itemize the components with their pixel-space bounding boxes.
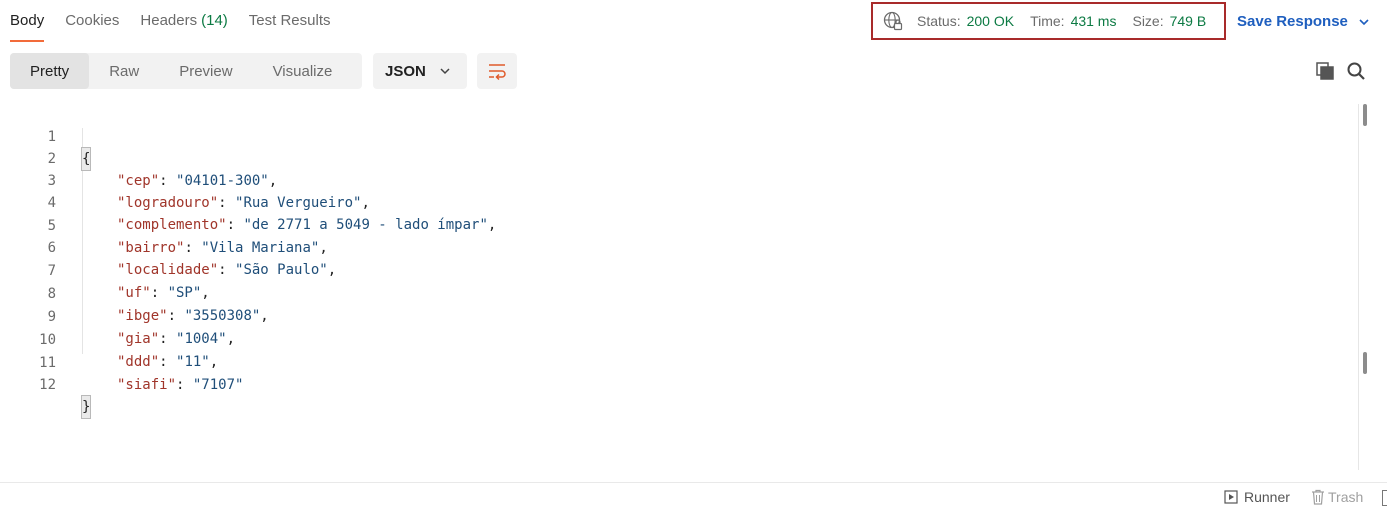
scroll-marker-bottom[interactable] <box>1363 352 1367 374</box>
chevron-down-icon <box>440 68 450 75</box>
line-number: 12 <box>39 377 56 393</box>
status-value: 200 OK <box>966 13 1015 29</box>
format-selector: Pretty Raw Preview Visualize <box>10 53 362 89</box>
runner-label: Runner <box>1244 489 1290 505</box>
trash-button[interactable]: Trash <box>1311 489 1363 505</box>
response-panel: Body Cookies Headers (14) Test Results St… <box>0 0 1387 512</box>
tab-test-results[interactable]: Test Results <box>249 12 331 42</box>
tab-headers-label: Headers <box>140 12 198 29</box>
response-body-editor[interactable]: 1 { 2 "cep": "04101-300", 3 "logradouro"… <box>0 104 1360 464</box>
size-label: Size: <box>1132 13 1164 29</box>
json-value: "7107" <box>192 377 244 393</box>
language-select-value: JSON <box>385 62 426 80</box>
network-globe-icon[interactable] <box>883 11 903 31</box>
copy-icon[interactable] <box>1315 61 1335 81</box>
code-line: 7 "uf": "SP", <box>0 238 210 301</box>
time-value: 431 ms <box>1070 13 1117 29</box>
response-meta: Status: 200 OK Time: 431 ms Size: 749 B <box>871 2 1226 40</box>
code-line: 11 "siafi": "7107" <box>0 330 243 393</box>
panel-toggle-icon[interactable] <box>1382 490 1387 506</box>
vertical-scrollbar[interactable] <box>1358 104 1359 470</box>
code-line: 5 "bairro": "Vila Mariana", <box>0 193 328 256</box>
open-brace: { <box>80 147 92 171</box>
json-key: "bairro" <box>117 240 185 256</box>
format-visualize-button[interactable]: Visualize <box>253 53 353 89</box>
json-key: "gia" <box>117 331 160 347</box>
play-icon <box>1224 490 1238 504</box>
code-line: 1 { <box>0 104 92 171</box>
headers-count: (14) <box>201 12 228 29</box>
search-icon[interactable] <box>1346 61 1366 81</box>
chevron-down-icon <box>1359 18 1369 25</box>
code-line: 9 "gia": "1004", <box>0 284 235 347</box>
tab-body[interactable]: Body <box>10 12 45 42</box>
scroll-marker-top[interactable] <box>1363 104 1367 126</box>
format-raw-button[interactable]: Raw <box>89 53 159 89</box>
format-preview-button[interactable]: Preview <box>159 53 252 89</box>
status-label: Status: <box>917 13 961 29</box>
code-line: 2 "cep": "04101-300", <box>0 126 278 189</box>
time-field[interactable]: Time: 431 ms <box>1030 13 1116 29</box>
json-key: "ddd" <box>117 354 160 370</box>
json-key: "ibge" <box>117 308 168 324</box>
status-field[interactable]: Status: 200 OK <box>917 13 1014 29</box>
code-line: 4 "complemento": "de 2771 a 5049 - lado … <box>0 170 497 233</box>
json-value: "de 2771 a 5049 - lado ímpar" <box>243 217 488 233</box>
json-key: "complemento" <box>117 217 227 233</box>
tab-headers[interactable]: Headers (14) <box>140 12 227 42</box>
json-value: "Rua Vergueiro" <box>235 195 362 211</box>
json-key: "localidade" <box>117 262 219 278</box>
json-value: "04101-300" <box>176 173 269 189</box>
response-tabs: Body Cookies Headers (14) Test Results <box>10 12 352 42</box>
wrap-lines-icon <box>489 64 506 81</box>
close-brace: } <box>80 395 92 419</box>
trash-label: Trash <box>1328 489 1364 505</box>
size-field[interactable]: Size: 749 B <box>1132 13 1206 29</box>
time-label: Time: <box>1030 13 1065 29</box>
code-line: 8 "ibge": "3550308", <box>0 261 269 324</box>
json-key: "cep" <box>117 173 160 189</box>
code-line: 10 "ddd": "11", <box>0 307 218 370</box>
json-value: "1004" <box>176 331 227 347</box>
size-value: 749 B <box>1169 13 1207 29</box>
json-value: "São Paulo" <box>235 262 328 278</box>
code-line: 6 "localidade": "São Paulo", <box>0 215 337 278</box>
status-bar <box>0 482 1387 512</box>
wrap-lines-button[interactable] <box>477 53 517 89</box>
json-key: "siafi" <box>117 377 177 393</box>
language-select[interactable]: JSON <box>373 53 467 89</box>
json-value: "Vila Mariana" <box>201 240 320 256</box>
code-line: 12 } <box>0 352 92 419</box>
runner-button[interactable]: Runner <box>1224 489 1290 505</box>
save-response-button[interactable]: Save Response <box>1237 13 1370 30</box>
json-value: "SP" <box>167 285 202 301</box>
tab-cookies[interactable]: Cookies <box>65 12 119 42</box>
format-pretty-button[interactable]: Pretty <box>10 53 90 89</box>
json-value: "3550308" <box>184 308 261 324</box>
json-key: "uf" <box>117 285 151 301</box>
save-response-label: Save Response <box>1237 13 1348 30</box>
trash-icon <box>1312 489 1324 505</box>
json-value: "11" <box>176 354 210 370</box>
json-key: "logradouro" <box>117 195 219 211</box>
code-line: 3 "logradouro": "Rua Vergueiro", <box>0 148 370 211</box>
